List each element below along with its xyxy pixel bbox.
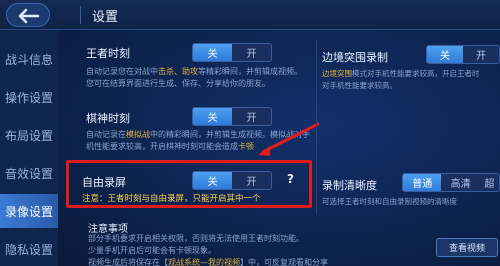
- note-text: 】中，可反复观看和分享: [240, 258, 328, 266]
- desc-text: 模式对手机性能要求较高，开启王者时: [352, 69, 480, 78]
- edge-record-desc-2: 对手机性能要求较高。: [322, 81, 397, 90]
- note-text: 视频生成后将保存在【: [88, 258, 168, 266]
- quality-selector[interactable]: 普通 高清 超: [402, 173, 500, 192]
- edge-record-title: 边境突围录制: [322, 51, 388, 64]
- note-highlight: 观战系统—我的视频: [168, 258, 240, 266]
- quality-option-ultra[interactable]: 超: [480, 174, 499, 191]
- annotation-arrow-icon: [258, 122, 320, 156]
- notes-line-2: 少量手机开启后可能会有卡顿现象。: [88, 246, 216, 255]
- edge-record-desc-1: 边境突围模式对手机性能要求较高，开启王者时: [322, 68, 480, 80]
- column-divider: [316, 40, 317, 215]
- notes-line-3: 视频生成后将保存在【观战系统—我的视频】中，可反复观看和分享: [88, 257, 328, 266]
- desc-highlight: 边境突围: [322, 69, 352, 78]
- toggle-on-option[interactable]: 关: [427, 46, 463, 63]
- edge-record-toggle[interactable]: 关 开: [426, 45, 500, 64]
- quality-title: 录制清晰度: [322, 179, 377, 192]
- view-video-button[interactable]: 查看视频: [436, 238, 498, 257]
- toggle-off-option[interactable]: 开: [463, 46, 499, 63]
- notes-line-1: 部分手机要求开启相关权限，否则将无法使用王者时刻功能。: [88, 234, 304, 243]
- quality-option-hd[interactable]: 高清: [441, 174, 479, 191]
- quality-desc: 可选择王者时刻和自由录制视频的清晰度: [322, 197, 457, 206]
- quality-option-normal[interactable]: 普通: [403, 174, 442, 191]
